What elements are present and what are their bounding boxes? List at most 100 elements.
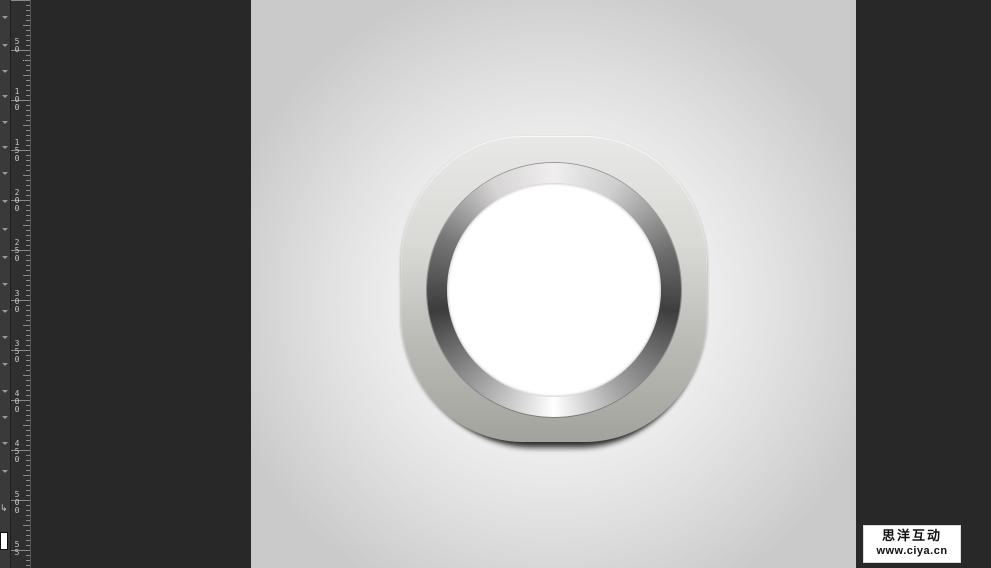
ruler-tick: [26, 95, 30, 96]
ruler-tick: [26, 290, 30, 291]
tool-flyout-icon[interactable]: [2, 390, 8, 393]
ruler-tick: [26, 455, 30, 456]
ruler-tick: [26, 90, 30, 91]
ruler-tick: [26, 540, 30, 541]
ruler-tick: [23, 25, 30, 26]
ruler-tick: [26, 280, 30, 281]
ruler-tick: [26, 530, 30, 531]
ruler-tick: [26, 240, 30, 241]
ruler-tick: [26, 80, 30, 81]
tool-flyout-icon[interactable]: [2, 256, 8, 259]
ruler-tick: [26, 490, 30, 491]
ruler-tick: [26, 185, 30, 186]
tool-flyout-icon[interactable]: [2, 228, 8, 231]
ruler-tick: [26, 505, 30, 506]
ruler-tick: [26, 345, 30, 346]
ruler-tick: [26, 480, 30, 481]
ruler-label: 200: [14, 187, 20, 213]
tool-flyout-icon[interactable]: [2, 442, 8, 445]
ruler-tick: [26, 220, 30, 221]
ruler-tick: [26, 180, 30, 181]
ruler-label: 400: [14, 389, 20, 415]
ruler-tick: [26, 270, 30, 271]
swap-colors-icon[interactable]: ↳: [0, 505, 8, 514]
ruler-tick: [26, 230, 30, 231]
tool-flyout-icon[interactable]: [2, 363, 8, 366]
ruler-tick: [26, 5, 30, 6]
ruler-tick: [26, 120, 30, 121]
site-watermark: 思洋互动 www.ciya.cn: [863, 525, 961, 563]
ruler-tick: [23, 275, 30, 276]
ruler-tick: [26, 485, 30, 486]
ruler-tick: [23, 475, 30, 476]
vertical-ruler[interactable]: 50 100 150 200 250 300 350 400 450 500 55: [11, 0, 31, 568]
tool-flyout-icon[interactable]: [2, 416, 8, 419]
ruler-tick: [26, 135, 30, 136]
ruler-tick: [26, 155, 30, 156]
ruler-tick: [26, 335, 30, 336]
document-canvas[interactable]: [251, 0, 856, 568]
ruler-tick: [26, 190, 30, 191]
ruler-tick: [26, 35, 30, 36]
ruler-tick: [26, 430, 30, 431]
ruler-tick: [26, 465, 30, 466]
ruler-tick: [23, 425, 30, 426]
ruler-tick: [26, 105, 30, 106]
tool-flyout-icon[interactable]: [2, 336, 8, 339]
tool-flyout-icon[interactable]: [2, 200, 8, 203]
ruler-tick: [26, 380, 30, 381]
foreground-color-swatch[interactable]: [0, 532, 8, 550]
tool-flyout-icon[interactable]: [2, 172, 8, 175]
ruler-tick: [26, 510, 30, 511]
ruler-tick: [26, 440, 30, 441]
ruler-tick: [26, 385, 30, 386]
white-inner-circle: [447, 183, 661, 397]
ruler-tick: [26, 20, 30, 21]
ruler-tick: [26, 285, 30, 286]
ruler-tick: [11, 0, 30, 1]
ruler-tick: [26, 115, 30, 116]
ruler-tick: [26, 195, 30, 196]
ruler-label: 300: [14, 288, 20, 314]
ruler-tick: [26, 40, 30, 41]
ruler-tick: [26, 255, 30, 256]
ruler-tick: [26, 365, 30, 366]
tool-flyout-icon[interactable]: [2, 470, 8, 473]
ruler-tick: [26, 555, 30, 556]
ruler-label: 500: [14, 489, 20, 515]
ruler-label: 350: [14, 338, 20, 364]
ruler-tick: [26, 170, 30, 171]
ruler-tick: [26, 445, 30, 446]
ruler-tick: [26, 30, 30, 31]
ruler-tick: [26, 390, 30, 391]
ruler-tick: [26, 340, 30, 341]
tool-flyout-icon[interactable]: [2, 310, 8, 313]
tool-flyout-icon[interactable]: [2, 121, 8, 124]
ruler-tick: [26, 65, 30, 66]
ruler-tick: [26, 395, 30, 396]
tool-flyout-icon[interactable]: [2, 70, 8, 73]
ruler-tick: [26, 70, 30, 71]
tool-flyout-icon[interactable]: [2, 95, 8, 98]
tool-flyout-icon[interactable]: [2, 283, 8, 286]
ruler-label: 55: [14, 540, 20, 557]
tool-flyout-icon[interactable]: [2, 44, 8, 47]
ruler-tick: [26, 355, 30, 356]
tool-flyout-icon[interactable]: [2, 146, 8, 149]
ruler-tick: [26, 515, 30, 516]
ruler-tick: [23, 75, 30, 76]
ruler-tick: [26, 405, 30, 406]
ruler-tick: [23, 325, 30, 326]
ruler-tick: [26, 460, 30, 461]
ruler-tick: [26, 235, 30, 236]
ruler-tick: [26, 560, 30, 561]
tools-panel-edge[interactable]: ↳: [0, 0, 11, 568]
ruler-tick: [26, 55, 30, 56]
ruler-tick: [26, 165, 30, 166]
ruler-tick: [23, 125, 30, 126]
ruler-label: 150: [14, 137, 20, 163]
ruler-tick: [26, 495, 30, 496]
ruler-tick: [26, 110, 30, 111]
tool-flyout-icon[interactable]: [2, 16, 8, 19]
ruler-tick: [26, 260, 30, 261]
